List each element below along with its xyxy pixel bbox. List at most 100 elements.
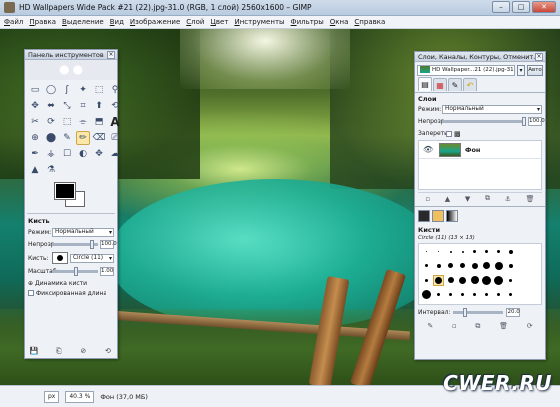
brush-item[interactable] [445, 275, 456, 286]
lock-pixels-checkbox[interactable] [446, 130, 452, 137]
layer-mode-select[interactable]: Нормальный [442, 105, 542, 114]
layer-opacity-value[interactable]: 100.0 [528, 117, 545, 126]
refresh-brushes-icon[interactable]: ⟳ [527, 322, 533, 330]
mode-select[interactable]: Нормальный [52, 228, 114, 237]
menu-image[interactable]: Изображение [130, 18, 180, 26]
brush-item[interactable] [469, 260, 480, 271]
gradient-icon[interactable]: ⬤ [44, 131, 58, 145]
opacity-value[interactable]: 100.0 [100, 240, 117, 249]
brush-item[interactable] [421, 246, 432, 257]
unit-select[interactable]: px [44, 390, 60, 403]
free-select-icon[interactable]: ʃ [60, 83, 74, 97]
scissors-icon[interactable]: ✂ [28, 115, 42, 129]
brush-item[interactable] [481, 289, 492, 300]
menu-filters[interactable]: Фильтры [291, 18, 324, 26]
tab-patterns[interactable] [432, 210, 444, 222]
auto-button[interactable]: Авто [527, 64, 543, 76]
close-button[interactable]: ✕ [532, 1, 556, 13]
paintbrush-icon[interactable]: ✏ [76, 131, 90, 145]
new-layer-icon[interactable]: ▫ [425, 195, 430, 203]
clone-icon[interactable]: ⚶ [44, 147, 58, 161]
brush-item[interactable] [505, 275, 516, 286]
delete-layer-icon[interactable]: 🗑 [526, 195, 535, 203]
zoom-icon[interactable]: ⚲ [108, 83, 122, 97]
tab-layers[interactable]: ▤ [418, 77, 432, 91]
brush-item[interactable] [481, 260, 492, 271]
brush-item[interactable] [433, 289, 444, 300]
menu-colors[interactable]: Цвет [210, 18, 228, 26]
anchor-layer-icon[interactable]: ⚓ [505, 195, 511, 203]
brush-item[interactable] [421, 289, 432, 300]
brush-item[interactable] [493, 275, 504, 286]
fade-row[interactable]: Фиксированная длина шт [28, 288, 114, 298]
move-icon[interactable]: ✥ [28, 99, 42, 113]
brush-item[interactable] [469, 289, 480, 300]
bucket-fill-icon[interactable]: ⊕ [28, 131, 42, 145]
flip-icon[interactable]: ⬆ [92, 99, 106, 113]
paths-icon[interactable]: ⌯ [76, 115, 90, 129]
menu-edit[interactable]: Правка [29, 18, 56, 26]
minimize-button[interactable]: – [492, 1, 510, 13]
brush-item[interactable] [493, 260, 504, 271]
delete-brush-icon[interactable]: 🗑 [499, 322, 508, 330]
brush-item[interactable] [493, 246, 504, 257]
duplicate-layer-icon[interactable]: ⧉ [485, 194, 490, 203]
new-brush-icon[interactable]: ▫ [452, 322, 457, 330]
measure-icon[interactable]: ⬒ [92, 115, 106, 129]
zoom-select[interactable]: 40.3 % [65, 390, 95, 403]
brush-item[interactable] [469, 275, 480, 286]
menu-select[interactable]: Выделение [62, 18, 104, 26]
smudge-icon[interactable]: ✥ [92, 147, 106, 161]
perspective-icon[interactable]: ⌗ [76, 99, 90, 113]
brush-item[interactable] [505, 246, 516, 257]
menu-help[interactable]: Справка [354, 18, 385, 26]
brush-item[interactable] [457, 275, 468, 286]
brush-item[interactable] [457, 289, 468, 300]
reset-options-icon[interactable]: ⟲ [102, 346, 114, 356]
brush-item[interactable] [445, 260, 456, 271]
layer-item[interactable]: 👁 Фон [419, 141, 541, 159]
crop-icon[interactable]: ⬚ [60, 115, 74, 129]
menu-windows[interactable]: Окна [330, 18, 349, 26]
dodge-burn-icon[interactable]: ◐ [76, 147, 90, 161]
brush-item[interactable] [469, 246, 480, 257]
color-picker-icon[interactable]: ⚗ [44, 163, 58, 177]
pencil-icon[interactable]: ✎ [60, 131, 74, 145]
menu-view[interactable]: Вид [110, 18, 124, 26]
foreground-color[interactable] [54, 182, 76, 200]
raise-layer-icon[interactable]: ▲ [445, 195, 450, 203]
scale-value[interactable]: 1.00 [100, 267, 114, 276]
interval-slider[interactable] [453, 308, 504, 317]
tab-channels[interactable]: ▦ [433, 78, 447, 91]
cage-icon[interactable]: ⟳ [44, 115, 58, 129]
close-icon[interactable]: × [535, 53, 543, 61]
fade-checkbox[interactable] [28, 290, 34, 296]
menu-tools[interactable]: Инструменты [234, 18, 284, 26]
tab-gradients[interactable] [446, 210, 458, 222]
chevron-down-icon[interactable]: ▾ [517, 64, 525, 76]
menu-file[interactable]: Файл [4, 18, 23, 26]
ellipse-select-icon[interactable]: ◯ [44, 83, 58, 97]
scale-slider[interactable] [52, 267, 98, 276]
text-icon[interactable]: A [108, 115, 122, 129]
brush-item[interactable] [445, 246, 456, 257]
brush-item[interactable] [481, 275, 492, 286]
ink-icon[interactable]: ✒ [28, 147, 42, 161]
tab-undo[interactable]: ↶ [463, 78, 477, 91]
opacity-slider[interactable] [52, 240, 98, 249]
tab-paths[interactable]: ✎ [448, 78, 462, 91]
edit-brush-icon[interactable]: ✎ [427, 322, 433, 330]
sharpen-icon[interactable]: ▲ [28, 163, 42, 177]
menu-layer[interactable]: Слой [186, 18, 204, 26]
layer-opacity-slider[interactable] [442, 117, 526, 126]
brush-item[interactable] [457, 260, 468, 271]
image-selector[interactable]: HD Wallpaper...21 (22).jpg-31 [417, 64, 515, 76]
brush-name[interactable]: Circle (11) [70, 253, 114, 263]
interval-value[interactable]: 20.0 [506, 308, 521, 317]
brush-preview[interactable] [52, 252, 68, 264]
lower-layer-icon[interactable]: ▼ [465, 195, 470, 203]
brush-item[interactable] [505, 289, 516, 300]
delete-options-icon[interactable]: ⊘ [77, 346, 89, 356]
rect-select-icon[interactable]: ▭ [28, 83, 42, 97]
brush-item[interactable] [433, 246, 444, 257]
